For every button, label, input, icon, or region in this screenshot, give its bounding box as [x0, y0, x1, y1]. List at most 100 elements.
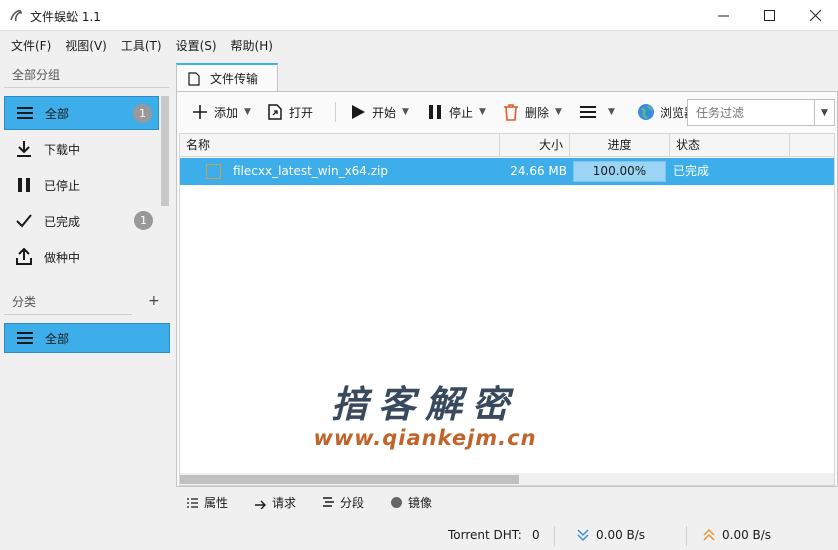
- menu-view[interactable]: 视图(V): [58, 32, 114, 58]
- divider: [4, 87, 169, 88]
- menu-bar: 文件(F) 视图(V) 工具(T) 设置(S) 帮助(H): [0, 32, 838, 58]
- tab-properties[interactable]: 属性: [186, 494, 228, 511]
- open-file-icon: [268, 104, 282, 120]
- category-section-label: 分类: [12, 295, 37, 309]
- column-header-size[interactable]: 大小: [500, 134, 570, 156]
- open-label: 打开: [289, 105, 314, 120]
- status-cell: 已完成: [673, 164, 710, 178]
- column-header-progress[interactable]: 进度: [570, 134, 670, 156]
- play-icon: [352, 105, 365, 119]
- sidebar-item-label: 已完成: [44, 214, 81, 229]
- tab-label: 文件传输: [210, 72, 259, 86]
- centipede-logo-icon: [10, 10, 22, 22]
- column-header-name[interactable]: 名称: [180, 134, 500, 156]
- list-icon: [5, 96, 45, 130]
- table-row[interactable]: filecxx_latest_win_x64.zip 24.66 MB 100.…: [180, 158, 834, 185]
- status-separator: [686, 526, 687, 546]
- progress-bar: 100.00%: [573, 161, 666, 182]
- check-icon: [4, 204, 44, 238]
- pause-icon: [4, 168, 44, 202]
- dropdown-arrow-icon: ▼: [244, 107, 251, 117]
- toolbar-separator: [335, 102, 336, 122]
- watermark-title: 揞客解密: [331, 383, 519, 426]
- tab-requests[interactable]: 请求: [254, 494, 296, 511]
- tab-segments[interactable]: 分段: [322, 494, 364, 511]
- stop-button[interactable]: 停止 ▼: [426, 99, 486, 125]
- sidebar-item-all[interactable]: 全部 1: [4, 96, 159, 130]
- file-icon: [188, 71, 200, 86]
- dropdown-arrow-icon: ▼: [402, 107, 409, 117]
- transfer-panel: 添加 ▼ 打开 开始 ▼ 停止 ▼ 删除 ▼ ▼ 浏览器 任务过滤 ▼ 名称 大…: [176, 91, 838, 487]
- tab-label: 属性: [204, 496, 229, 510]
- start-button[interactable]: 开始 ▼: [349, 99, 409, 125]
- add-label: 添加: [214, 105, 239, 120]
- upload-speed-value: 0.00 B/s: [722, 528, 772, 542]
- menu-tools[interactable]: 工具(T): [114, 32, 169, 58]
- trash-icon: [504, 104, 518, 121]
- minimize-icon: [717, 15, 729, 17]
- scrollbar-thumb[interactable]: [180, 475, 519, 484]
- close-button[interactable]: [792, 0, 838, 31]
- dropdown-arrow-icon: ▼: [479, 107, 486, 117]
- dropdown-arrow-icon: ▼: [555, 107, 562, 117]
- upload-icon: [4, 240, 44, 274]
- arrow-right-icon: [255, 500, 267, 509]
- delete-button[interactable]: 删除 ▼: [502, 99, 562, 125]
- main-area: 文件传输 添加 ▼ 打开 开始 ▼ 停止 ▼ 删除 ▼ ▼ 浏览器 任务过滤 ▼…: [176, 58, 838, 520]
- tab-file-transfer[interactable]: 文件传输: [176, 63, 278, 92]
- tab-label: 分段: [340, 496, 365, 510]
- more-menu-button[interactable]: ▼: [579, 99, 615, 125]
- sidebar-item-completed[interactable]: 已完成 1: [4, 204, 159, 238]
- sidebar-item-label: 下载中: [44, 142, 81, 157]
- download-icon: [4, 132, 44, 166]
- sidebar-item-stopped[interactable]: 已停止: [4, 168, 159, 202]
- menu-settings[interactable]: 设置(S): [169, 32, 224, 58]
- sidebar-item-downloading[interactable]: 下载中: [4, 132, 159, 166]
- upload-speed-icon: [703, 528, 715, 541]
- title-bar: 文件蜈蚣 1.1: [0, 0, 838, 31]
- tab-label: 请求: [272, 496, 297, 510]
- open-button[interactable]: 打开: [266, 99, 313, 125]
- dht-value: 0: [532, 528, 540, 542]
- tab-label: 镜像: [408, 496, 433, 510]
- menu-help[interactable]: 帮助(H): [224, 32, 280, 58]
- maximize-icon: [763, 10, 775, 21]
- task-filter-combobox[interactable]: ▼: [687, 99, 835, 126]
- pause-icon: [429, 105, 441, 119]
- file-name-cell: filecxx_latest_win_x64.zip: [233, 164, 388, 178]
- minimize-button[interactable]: [700, 0, 746, 31]
- task-filter-input[interactable]: [688, 100, 806, 125]
- column-header-status[interactable]: 状态: [670, 134, 790, 156]
- transfer-table: 名称 大小 进度 状态 filecxx_latest_win_x64.zip 2…: [179, 133, 835, 486]
- add-button[interactable]: 添加 ▼: [191, 99, 251, 125]
- maximize-button[interactable]: [746, 0, 792, 31]
- horizontal-scrollbar[interactable]: [180, 473, 834, 485]
- start-label: 开始: [372, 105, 397, 120]
- mirror-icon: [391, 497, 403, 508]
- detail-tabs: 属性 请求 分段 镜像: [176, 489, 838, 516]
- watermark-url: www.qiankejm.cn: [313, 426, 537, 450]
- download-speed-value: 0.00 B/s: [596, 528, 646, 542]
- file-type-icon: [206, 164, 221, 179]
- dropdown-arrow-icon: ▼: [608, 107, 615, 117]
- sidebar: 全部分组 全部 1 下载中 已停止 已完成 1 做种中 分类 + 全部: [0, 58, 175, 520]
- upload-speed: 0.00 B/s: [702, 528, 771, 542]
- category-item-all[interactable]: 全部: [4, 323, 170, 353]
- menu-file[interactable]: 文件(F): [4, 32, 58, 58]
- count-badge: 1: [134, 211, 153, 230]
- category-item-label: 全部: [45, 331, 70, 346]
- table-header: 名称 大小 进度 状态: [180, 134, 834, 157]
- toolbar: 添加 ▼ 打开 开始 ▼ 停止 ▼ 删除 ▼ ▼ 浏览器 任务过滤 ▼: [177, 92, 837, 132]
- file-size-cell: 24.66 MB: [510, 164, 567, 178]
- chevron-down-icon[interactable]: ▼: [814, 100, 834, 125]
- download-speed: 0.00 B/s: [576, 528, 645, 542]
- tab-mirrors[interactable]: 镜像: [390, 494, 432, 511]
- close-icon: [809, 10, 821, 21]
- divider: [4, 314, 132, 315]
- properties-icon: [187, 498, 198, 508]
- add-category-button[interactable]: +: [148, 293, 160, 309]
- sidebar-item-seeding[interactable]: 做种中: [4, 240, 159, 274]
- window-title: 文件蜈蚣 1.1: [30, 10, 101, 24]
- sidebar-scrollbar[interactable]: [161, 96, 169, 206]
- watermark: 揞客解密 www.qiankejm.cn: [295, 374, 555, 450]
